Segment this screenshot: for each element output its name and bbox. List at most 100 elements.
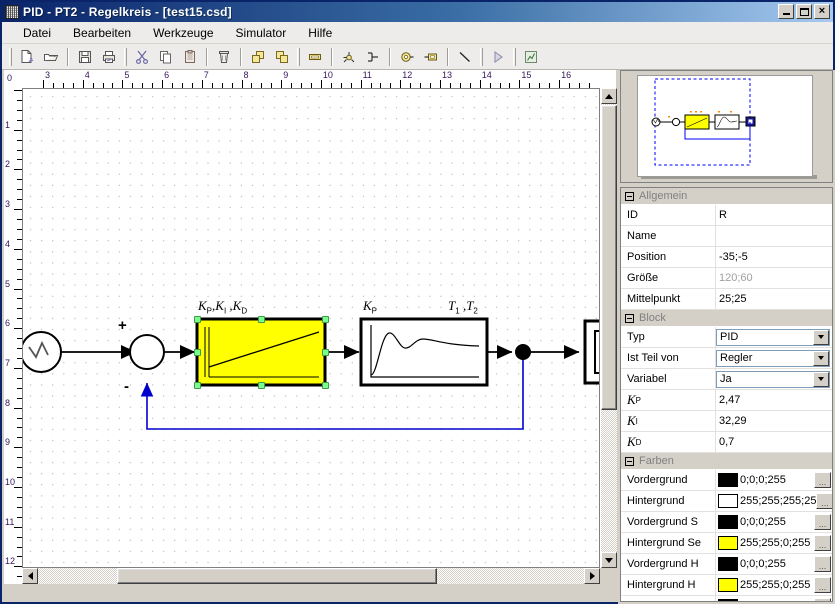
run-simulation-icon[interactable] xyxy=(487,46,509,68)
collapse-toggle-icon[interactable] xyxy=(625,191,634,201)
diagram-canvas[interactable]: + - KP,KI ,KD KP T1 ,T2 xyxy=(23,89,599,567)
hscroll-thumb[interactable] xyxy=(117,568,437,584)
color-swatch[interactable] xyxy=(718,536,738,550)
menu-item-bearbeiten[interactable]: Bearbeiten xyxy=(62,24,142,42)
print-icon[interactable] xyxy=(98,46,120,68)
copy-icon[interactable] xyxy=(155,46,177,68)
property-value[interactable]: 2,47 xyxy=(716,390,832,410)
selection-handle-w[interactable] xyxy=(194,349,201,356)
delete-trash-icon[interactable] xyxy=(213,46,235,68)
color-swatch[interactable] xyxy=(718,515,738,529)
property-value[interactable]: 25;25 xyxy=(716,289,832,309)
open-folder-icon[interactable] xyxy=(40,46,62,68)
menu-item-werkzeuge[interactable]: Werkzeuge xyxy=(142,24,224,42)
color-picker-button[interactable]: ... xyxy=(814,577,831,593)
add-sum-node-icon[interactable] xyxy=(338,46,360,68)
color-picker-button[interactable]: ... xyxy=(816,493,832,509)
color-swatch[interactable] xyxy=(718,473,738,487)
property-row-id[interactable]: ID R xyxy=(621,205,832,226)
property-row-hintergrund-se[interactable]: Hintergrund Se 255;255;0;255 ... xyxy=(621,533,832,554)
property-value[interactable] xyxy=(716,226,832,246)
vscroll-thumb[interactable] xyxy=(601,105,617,410)
diagram-overview-thumbnail[interactable] xyxy=(637,75,813,177)
property-value[interactable]: R xyxy=(716,205,832,225)
property-value[interactable]: 32,29 xyxy=(716,411,832,431)
color-picker-button[interactable]: ... xyxy=(814,472,831,488)
new-document-icon[interactable] xyxy=(16,46,38,68)
ist-teil-von-combobox[interactable]: Regler xyxy=(716,349,830,367)
color-swatch[interactable] xyxy=(718,578,738,592)
save-disk-icon[interactable] xyxy=(74,46,96,68)
toolbar-grip-5[interactable] xyxy=(513,47,516,66)
close-button[interactable]: × xyxy=(814,4,830,19)
property-row-hintergrund-h[interactable]: Hintergrund H 255;255;0;255 ... xyxy=(621,575,832,596)
property-group-allgemein[interactable]: Allgemein xyxy=(621,188,832,205)
property-row-kp[interactable]: KP 2,47 xyxy=(621,390,832,411)
selection-handle-s[interactable] xyxy=(258,382,265,389)
property-group-block[interactable]: Block xyxy=(621,310,832,327)
selection-handle-e[interactable] xyxy=(322,349,329,356)
toolbar-grip-2[interactable] xyxy=(124,47,127,66)
toolbar-grip[interactable] xyxy=(9,47,12,66)
chevron-down-icon[interactable] xyxy=(813,329,829,345)
property-row-vordergrund-s[interactable]: Vordergrund S 0;0;0;255 ... xyxy=(621,512,832,533)
chevron-down-icon[interactable] xyxy=(813,371,829,387)
property-row-variabel[interactable]: Variabel Ja xyxy=(621,369,832,390)
toolbar-grip-3[interactable] xyxy=(297,47,300,66)
color-swatch[interactable] xyxy=(718,494,738,508)
menu-item-hilfe[interactable]: Hilfe xyxy=(297,24,343,42)
cut-scissors-icon[interactable] xyxy=(131,46,153,68)
hscroll-right-button[interactable] xyxy=(584,568,600,584)
selection-handle-nw[interactable] xyxy=(194,316,201,323)
property-row-vordergrund[interactable]: Vordergrund 0;0;0;255 ... xyxy=(621,470,832,491)
vscroll-up-button[interactable] xyxy=(601,88,617,104)
property-row-hintergrund[interactable]: Hintergrund 255;255;255;25 ... xyxy=(621,491,832,512)
property-row-typ[interactable]: Typ PID xyxy=(621,327,832,348)
property-group-farben[interactable]: Farben xyxy=(621,453,832,470)
canvas-viewport[interactable]: + - KP,KI ,KD KP T1 ,T2 xyxy=(22,88,600,568)
property-grid[interactable]: Allgemein ID R Name Position -35;-5 Größ… xyxy=(620,187,833,602)
property-row-ist-teil-von[interactable]: Ist Teil von Regler xyxy=(621,348,832,369)
property-value[interactable]: -35;-5 xyxy=(716,247,832,267)
collapse-toggle-icon[interactable] xyxy=(625,313,634,323)
color-picker-button[interactable]: ... xyxy=(814,535,831,551)
menu-item-simulator[interactable]: Simulator xyxy=(225,24,298,42)
canvas-vertical-scrollbar[interactable] xyxy=(600,88,617,568)
show-plot-icon[interactable] xyxy=(520,46,542,68)
paste-clipboard-icon[interactable] xyxy=(179,46,201,68)
color-picker-button[interactable]: ... xyxy=(814,598,831,601)
add-branch-icon[interactable] xyxy=(362,46,384,68)
draw-line-icon[interactable] xyxy=(454,46,476,68)
variabel-combobox[interactable]: Ja xyxy=(716,370,830,388)
bring-to-front-icon[interactable] xyxy=(247,46,269,68)
selection-handle-ne[interactable] xyxy=(322,316,329,323)
color-swatch[interactable] xyxy=(718,557,738,571)
selection-handle-n[interactable] xyxy=(258,316,265,323)
hscroll-left-button[interactable] xyxy=(22,568,38,584)
send-to-back-icon[interactable] xyxy=(271,46,293,68)
property-row-mittelpunkt[interactable]: Mittelpunkt 25;25 xyxy=(621,289,832,310)
add-sink-icon[interactable] xyxy=(420,46,442,68)
color-picker-button[interactable]: ... xyxy=(814,556,831,572)
property-value[interactable]: 0,7 xyxy=(716,432,832,452)
maximize-button[interactable] xyxy=(796,4,812,19)
canvas-horizontal-scrollbar[interactable] xyxy=(22,568,600,584)
menu-item-datei[interactable]: Datei xyxy=(12,24,62,42)
collapse-toggle-icon[interactable] xyxy=(625,456,634,466)
chevron-down-icon[interactable] xyxy=(813,350,829,366)
minimize-button[interactable] xyxy=(778,4,794,19)
vscroll-down-button[interactable] xyxy=(601,552,617,568)
property-row-text[interactable]: Text 0;0;0;255 ... xyxy=(621,596,832,601)
color-swatch[interactable] xyxy=(718,599,738,601)
property-row-name[interactable]: Name xyxy=(621,226,832,247)
property-row-ki[interactable]: KI 32,29 xyxy=(621,411,832,432)
color-picker-button[interactable]: ... xyxy=(814,514,831,530)
add-source-icon[interactable] xyxy=(396,46,418,68)
property-row-kd[interactable]: KD 0,7 xyxy=(621,432,832,453)
add-block-icon[interactable] xyxy=(304,46,326,68)
selection-handle-se[interactable] xyxy=(322,382,329,389)
property-row-vordergrund-h[interactable]: Vordergrund H 0;0;0;255 ... xyxy=(621,554,832,575)
property-row-position[interactable]: Position -35;-5 xyxy=(621,247,832,268)
selection-handle-sw[interactable] xyxy=(194,382,201,389)
typ-combobox[interactable]: PID xyxy=(716,328,830,346)
